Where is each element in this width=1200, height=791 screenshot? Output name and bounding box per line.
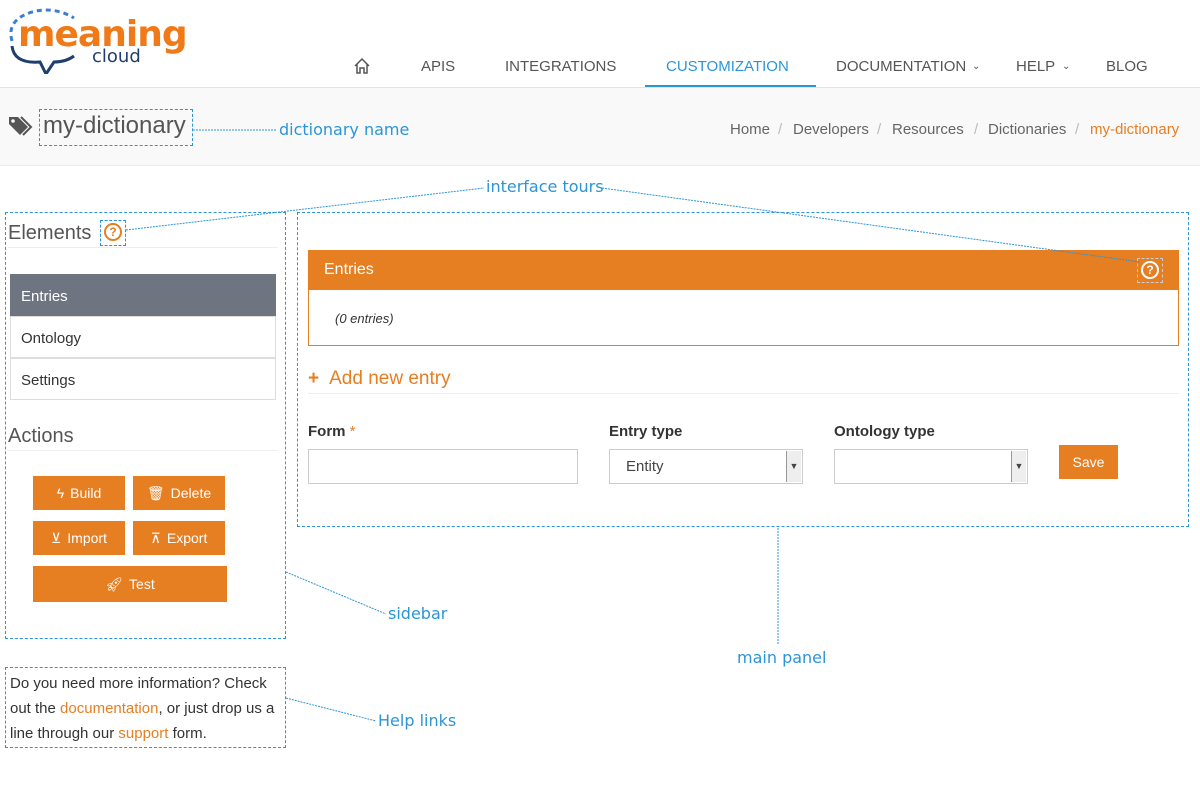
annotation-interface-tours: interface tours (486, 177, 604, 196)
annotation-main-panel: main panel (737, 648, 827, 667)
annotation-sidebar: sidebar (388, 604, 448, 623)
annotation-help-links: Help links (378, 711, 457, 730)
annotation-dictionary-name: dictionary name (279, 120, 410, 139)
annotation-lines (125, 129, 1141, 722)
